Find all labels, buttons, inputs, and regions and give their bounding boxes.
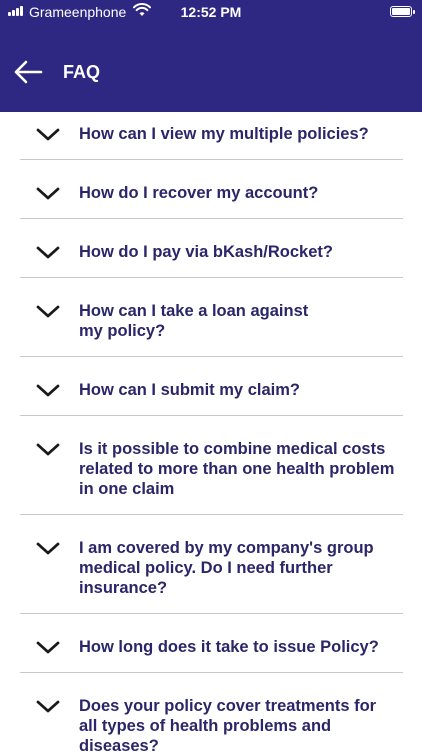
status-time: 12:52 PM: [180, 4, 242, 20]
faq-question: I am covered by my company's group medic…: [79, 539, 374, 597]
faq-item[interactable]: How long does it take to issue Policy?: [20, 614, 403, 673]
nav-bar: FAQ: [0, 50, 422, 94]
faq-question: How can I take a loan against my policy?: [79, 302, 309, 340]
chevron-down-icon: [36, 246, 60, 259]
battery-icon: [390, 6, 415, 17]
faq-question: How can I view my multiple policies?: [79, 125, 369, 143]
faq-question: How do I recover my account?: [79, 184, 319, 202]
faq-question: How do I pay via bKash/Rocket?: [79, 243, 333, 261]
chevron-down-icon: [36, 187, 60, 200]
faq-question: Does your policy cover treatments for al…: [79, 697, 377, 755]
faq-item[interactable]: How can I submit my claim?: [20, 357, 403, 416]
faq-question: Is it possible to combine medical costs …: [79, 440, 395, 498]
faq-question: How long does it take to issue Policy?: [79, 638, 379, 656]
chevron-down-icon: [36, 641, 60, 654]
faq-item[interactable]: Does your policy cover treatments for al…: [20, 673, 403, 755]
faq-item[interactable]: How do I recover my account?: [20, 160, 403, 219]
faq-item[interactable]: How can I view my multiple policies?: [20, 112, 403, 160]
arrow-left-icon: [14, 60, 43, 84]
chevron-down-icon: [36, 542, 60, 555]
chevron-down-icon: [36, 443, 60, 456]
faq-item[interactable]: I am covered by my company's group medic…: [20, 515, 403, 614]
chevron-down-icon: [36, 384, 60, 397]
chevron-down-icon: [36, 128, 60, 141]
faq-item[interactable]: Is it possible to combine medical costs …: [20, 416, 403, 515]
page-title: FAQ: [63, 62, 101, 82]
app-header: Grameenphone 12:52 PM FAQ: [0, 0, 422, 112]
back-button[interactable]: [12, 58, 44, 86]
faq-item[interactable]: How do I pay via bKash/Rocket?: [20, 219, 403, 278]
chevron-down-icon: [36, 700, 60, 713]
status-bar: Grameenphone 12:52 PM: [0, 0, 422, 26]
chevron-down-icon: [36, 305, 60, 318]
faq-item[interactable]: How can I take a loan against my policy?: [20, 278, 403, 357]
faq-question: How can I submit my claim?: [79, 381, 300, 399]
